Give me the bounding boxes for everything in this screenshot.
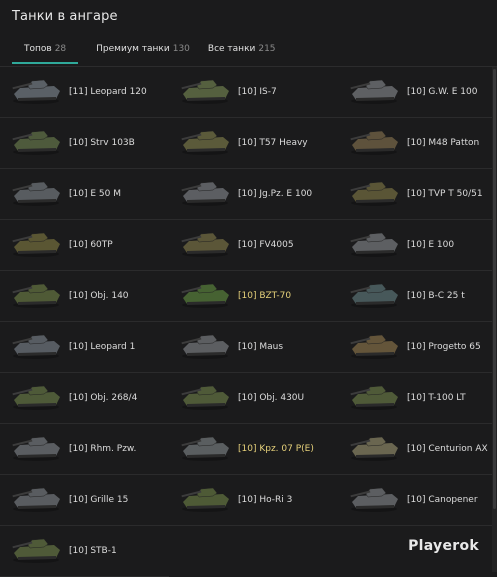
tank-name: [10] IS-7	[238, 87, 277, 97]
tank-card[interactable]: [10] E 100	[338, 220, 492, 271]
tank-name: [10] BZT-70	[238, 291, 292, 301]
tank-name: [10] T57 Heavy	[238, 138, 308, 148]
tank-image-icon	[179, 176, 231, 208]
tank-name: [10] Centurion AX	[407, 444, 488, 454]
tank-card[interactable]: [10] Maus	[169, 322, 338, 373]
tank-image-icon	[179, 380, 231, 412]
tank-card[interactable]: [10] IS-7	[169, 67, 338, 118]
tank-name: [10] Obj. 430U	[238, 393, 305, 403]
tank-name: [10] Ho-Ri 3	[238, 495, 293, 505]
tank-card[interactable]: [10] M48 Patton	[338, 118, 492, 169]
tank-image-icon	[10, 176, 62, 208]
tank-card[interactable]: [10] Jg.Pz. E 100	[169, 169, 338, 220]
tank-card[interactable]: [10] FV4005	[169, 220, 338, 271]
tank-name: [10] Rhm. Pzw.	[69, 444, 137, 454]
tank-image-icon	[179, 125, 231, 157]
tank-image-icon	[10, 431, 62, 463]
tank-name: [10] Obj. 140	[69, 291, 129, 301]
tab-bar: Топов 28 Премиум танки 130 Все танки 215	[12, 40, 294, 66]
tank-name: [10] B-C 25 t	[407, 291, 465, 301]
tank-name: [10] Canopener	[407, 495, 478, 505]
tank-card[interactable]: [10] Obj. 430U	[169, 373, 338, 424]
tank-image-icon	[10, 278, 62, 310]
tank-card[interactable]: [10] Ho-Ri 3	[169, 475, 338, 526]
tab-premium-label: Премиум танки	[96, 44, 170, 54]
tank-image-icon	[10, 533, 62, 565]
tank-card[interactable]: [10] Grille 15	[0, 475, 169, 526]
tank-image-icon	[348, 125, 400, 157]
tank-image-icon	[10, 125, 62, 157]
tank-image-icon	[179, 227, 231, 259]
scrollbar[interactable]	[492, 67, 497, 572]
tank-card[interactable]: [10] Progetto 65	[338, 322, 492, 373]
tank-name: [10] TVP T 50/51	[407, 189, 483, 199]
tank-name: [10] Kpz. 07 P(E)	[238, 444, 314, 454]
tank-card[interactable]: [10] Centurion AX	[338, 424, 492, 475]
tank-card[interactable]: [10] Rhm. Pzw.	[0, 424, 169, 475]
tank-image-icon	[348, 227, 400, 259]
tank-card[interactable]: [10] E 50 M	[0, 169, 169, 220]
tank-name: [10] E 100	[407, 240, 455, 250]
tank-image-icon	[10, 329, 62, 361]
tank-name: [10] M48 Patton	[407, 138, 480, 148]
tank-image-icon	[348, 380, 400, 412]
page-title: Танки в ангаре	[12, 9, 118, 24]
tank-card[interactable]: [10] B-C 25 t	[338, 271, 492, 322]
tank-card[interactable]: [10] 60TP	[0, 220, 169, 271]
tab-all-count: 215	[258, 44, 276, 54]
tank-card[interactable]: [10] Strv 103B	[0, 118, 169, 169]
tank-name: [10] STB-1	[69, 546, 117, 556]
tank-image-icon	[348, 176, 400, 208]
tank-name: [10] Leopard 1	[69, 342, 136, 352]
tab-all-label: Все танки	[207, 44, 256, 54]
tank-name: [10] E 50 M	[69, 189, 121, 199]
tank-card[interactable]: [10] Canopener	[338, 475, 492, 526]
tank-name: [10] G.W. E 100	[407, 87, 478, 97]
tank-image-icon	[179, 431, 231, 463]
tank-name: [10] FV4005	[238, 240, 294, 250]
tank-card[interactable]: [10] Obj. 140	[0, 271, 169, 322]
tank-name: [10] 60TP	[69, 240, 113, 250]
tank-image-icon	[179, 278, 231, 310]
tank-image-icon	[348, 74, 400, 106]
tank-image-icon	[10, 227, 62, 259]
tank-image-icon	[179, 74, 231, 106]
tank-card[interactable]: [10] TVP T 50/51	[338, 169, 492, 220]
tab-top-label: Топов	[24, 44, 52, 54]
tank-image-icon	[10, 380, 62, 412]
tank-card[interactable]: [10] T-100 LT	[338, 373, 492, 424]
tank-card[interactable]: [10] T57 Heavy	[169, 118, 338, 169]
tank-image-icon	[348, 329, 400, 361]
tank-card[interactable]: [10] BZT-70	[169, 271, 338, 322]
tank-name: [10] Progetto 65	[407, 342, 481, 352]
tank-card[interactable]: [10] Leopard 1	[0, 322, 169, 373]
tank-image-icon	[179, 482, 231, 514]
tank-name: [10] Grille 15	[69, 495, 129, 505]
tank-card[interactable]: [10] G.W. E 100	[338, 67, 492, 118]
tank-name: [10] Strv 103B	[69, 138, 135, 148]
tank-card[interactable]: [11] Leopard 120	[0, 67, 169, 118]
tank-grid: [11] Leopard 120 [10] IS-7 [10] G.W. E 100…	[0, 67, 492, 577]
tab-all[interactable]: Все танки 215	[208, 40, 276, 64]
tank-image-icon	[348, 278, 400, 310]
tank-image-icon	[348, 431, 400, 463]
tab-premium-count: 130	[172, 44, 190, 54]
tank-card[interactable]: [10] Obj. 268/4	[0, 373, 169, 424]
tank-card[interactable]: [10] Kpz. 07 P(E)	[169, 424, 338, 475]
tab-top[interactable]: Топов 28	[12, 40, 79, 64]
tank-name: [10] T-100 LT	[407, 393, 466, 403]
tab-premium[interactable]: Премиум танки 130	[96, 40, 190, 64]
tab-top-count: 28	[54, 44, 67, 54]
tank-name: [10] Jg.Pz. E 100	[238, 189, 313, 199]
tank-name: [10] Obj. 268/4	[69, 393, 138, 403]
tank-image-icon	[348, 482, 400, 514]
tank-image-icon	[10, 482, 62, 514]
tank-image-icon	[179, 329, 231, 361]
tank-card[interactable]: [10] STB-1	[0, 526, 169, 577]
watermark-logo: Playerok	[408, 538, 479, 554]
tank-name: [11] Leopard 120	[69, 87, 147, 97]
tank-name: [10] Maus	[238, 342, 284, 352]
tank-image-icon	[10, 74, 62, 106]
scrollbar-thumb[interactable]	[493, 69, 496, 509]
